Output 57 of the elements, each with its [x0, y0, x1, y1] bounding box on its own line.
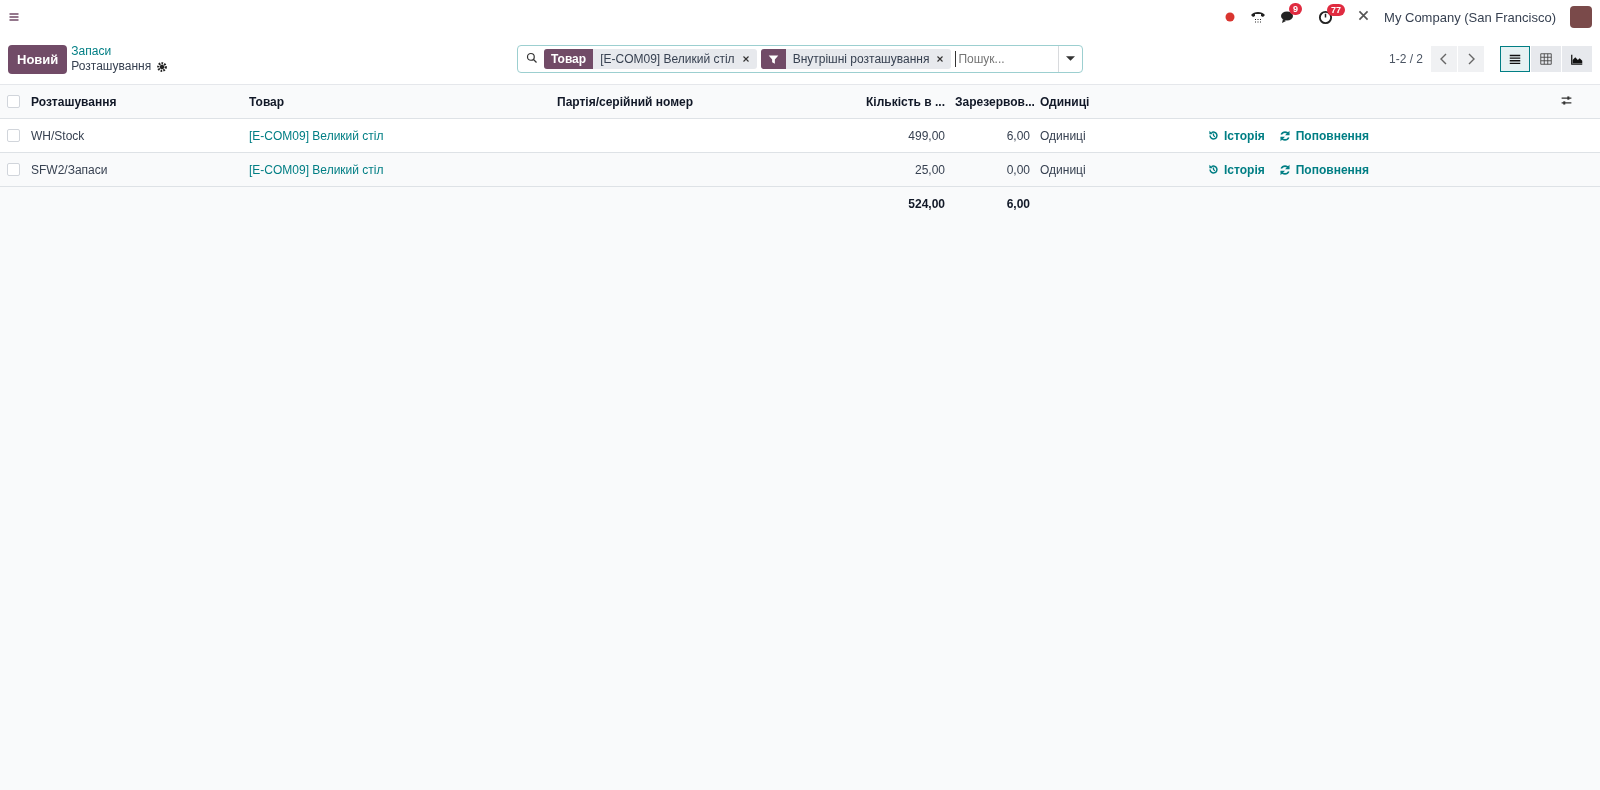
column-header[interactable]: Товар: [249, 94, 557, 109]
status-dot-icon: [1224, 11, 1237, 23]
pivot-icon: [1539, 52, 1553, 66]
location-cell-text: SFW2/Запаси: [31, 162, 109, 177]
graph-icon: [1570, 52, 1584, 66]
column-header[interactable]: Партія/серійний номер: [557, 94, 850, 109]
column-settings-icon: [1560, 93, 1573, 107]
page-title: Розташування: [71, 59, 152, 74]
row-checkbox[interactable]: [7, 129, 20, 142]
reserved-total: 6,00: [1005, 196, 1031, 211]
history-icon: [1208, 164, 1219, 175]
breadcrumb-link[interactable]: Запаси: [71, 44, 169, 59]
unit-cell-text: Одиниці: [1040, 128, 1087, 143]
column-header[interactable]: Одиниці: [1040, 94, 1200, 109]
refresh-icon: [1278, 163, 1291, 176]
list-view-button[interactable]: [1500, 46, 1530, 72]
refresh-icon: [1278, 129, 1291, 142]
unit-cell-text: Одиниці: [1040, 162, 1087, 177]
phone-icon: [1250, 9, 1267, 25]
chevron-left-icon: [1439, 53, 1449, 65]
chevron-right-icon: [1466, 53, 1476, 65]
reserved-cell-text: 0,00: [1005, 162, 1031, 177]
row-checkbox[interactable]: [7, 163, 20, 176]
history-button[interactable]: Історія: [1208, 128, 1265, 143]
close-icon[interactable]: [740, 54, 751, 64]
product-link[interactable]: [E-COM09] Великий стіл: [249, 162, 557, 177]
replenish-button[interactable]: Поповнення: [1278, 128, 1370, 143]
location-cell-text: WH/Stock: [31, 128, 86, 143]
user-avatar[interactable]: [1570, 6, 1592, 28]
column-header[interactable]: Розташування: [31, 94, 249, 109]
history-icon: [1208, 130, 1219, 141]
quantity-cell-text: 499,00: [907, 128, 946, 143]
product-link[interactable]: [E-COM09] Великий стіл: [249, 128, 557, 143]
close-icon[interactable]: [935, 54, 946, 64]
caret-icon: [1066, 56, 1075, 62]
company-switcher[interactable]: My Company (San Francisco): [1384, 9, 1556, 25]
gear-icon: [156, 60, 169, 73]
notification-badge: 77: [1327, 3, 1346, 16]
facet-label: Товар: [544, 49, 594, 69]
pivot-view-button[interactable]: [1531, 46, 1561, 72]
quantity-cell-text: 25,00: [913, 162, 946, 177]
reserved-cell-text: 6,00: [1005, 128, 1031, 143]
facet-value: [E-COM09] Великий стіл: [599, 52, 736, 66]
history-button[interactable]: Історія: [1208, 162, 1265, 177]
filter-icon: [767, 53, 779, 65]
column-header[interactable]: Кількість в ...: [850, 94, 955, 109]
graph-view-button[interactable]: [1562, 46, 1592, 72]
facet-value: Внутрішні розташування: [791, 52, 931, 66]
replenish-button[interactable]: Поповнення: [1278, 162, 1370, 177]
notification-badge: 9: [1289, 3, 1303, 15]
select-all-checkbox[interactable]: [7, 95, 20, 108]
new-button[interactable]: Новий: [8, 44, 68, 74]
search-icon: [526, 51, 538, 64]
list-icon: [1508, 52, 1522, 66]
quantity-total: 524,00: [907, 196, 946, 211]
column-header[interactable]: Зарезервов...: [955, 94, 1040, 109]
pager-value: 1-2 / 2: [1388, 52, 1423, 66]
